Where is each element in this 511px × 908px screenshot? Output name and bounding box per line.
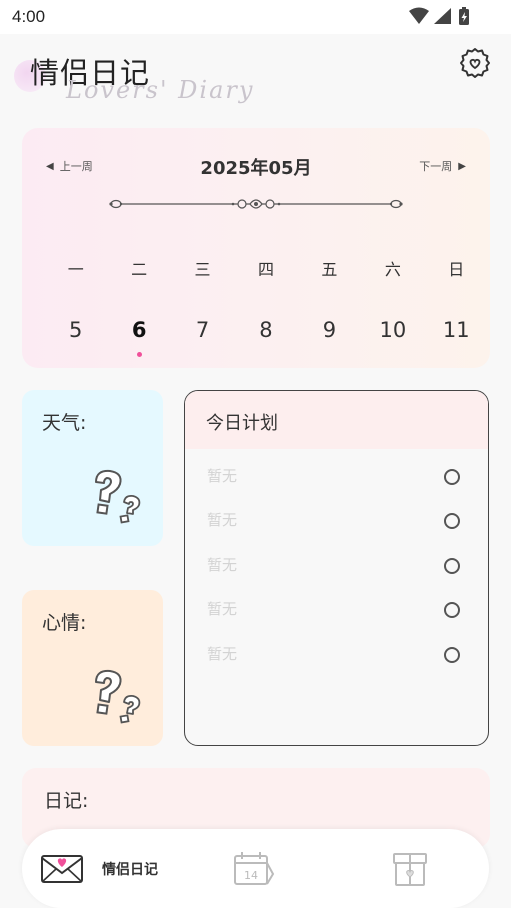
triangle-right-icon: ▶ [458, 160, 466, 172]
status-icons [409, 7, 469, 25]
ornamental-divider [109, 199, 403, 209]
week-calendar: ◀ 上一周 2025年05月 下一周 ▶ 一 二 三 四 五 六 日 5 6 7… [22, 128, 490, 368]
plan-header: 今日计划 [185, 391, 488, 449]
svg-text:14: 14 [244, 869, 258, 882]
settings-button[interactable] [458, 46, 492, 80]
weekday-tue: 二 [131, 260, 148, 279]
plan-item-text: 暂无 [207, 511, 238, 529]
weekday-mon: 一 [67, 260, 84, 279]
calendar-14-icon: 14 [234, 852, 275, 885]
question-marks-icon [95, 669, 141, 724]
date-cell[interactable]: 5 [44, 318, 107, 358]
plan-item[interactable]: 暂无 [185, 465, 488, 509]
weekday-wed: 三 [194, 260, 211, 279]
today-dot [136, 352, 142, 357]
bottom-nav: 情侣日记 14 [22, 829, 489, 908]
today-plan-card: 今日计划 暂无 暂无 暂无 暂无 暂无 [184, 390, 489, 746]
question-marks-icon [95, 469, 141, 524]
wifi-icon [409, 7, 429, 24]
app-subtitle: Lovers' Diary [66, 76, 255, 104]
weekday-sat: 六 [384, 260, 401, 279]
love-letter-icon [41, 855, 83, 883]
weekday-sun: 日 [448, 260, 465, 279]
plan-item[interactable]: 暂无 [185, 554, 488, 598]
date-cell[interactable]: 8 [234, 318, 297, 358]
next-week-label: 下一周 [419, 160, 453, 173]
date-row: 5 6 7 8 9 10 11 [44, 318, 488, 358]
mood-card[interactable]: 心情: [22, 590, 163, 746]
weather-card[interactable]: 天气: [22, 390, 163, 546]
diary-label: 日记: [44, 790, 89, 812]
nav-item-calendar[interactable]: 14 [232, 847, 276, 891]
checkbox-circle-icon[interactable] [444, 469, 460, 485]
nav-item-diary[interactable]: 情侣日记 [40, 847, 158, 891]
plan-title: 今日计划 [206, 413, 278, 434]
checkbox-circle-icon[interactable] [444, 558, 460, 574]
plan-item[interactable]: 暂无 [185, 598, 488, 642]
mood-label: 心情: [42, 612, 87, 634]
weekday-fri: 五 [321, 260, 338, 279]
header: 情侣日记 Lovers' Diary [0, 34, 511, 114]
weather-label: 天气: [42, 412, 87, 434]
gift-box-icon [393, 853, 427, 886]
plan-item[interactable]: 暂无 [185, 643, 488, 687]
weekday-thu: 四 [257, 260, 274, 279]
date-cell[interactable]: 10 [361, 318, 424, 358]
plan-item-text: 暂无 [207, 600, 238, 618]
checkbox-circle-icon[interactable] [444, 602, 460, 618]
plan-item-text: 暂无 [207, 645, 238, 663]
weekday-row: 一 二 三 四 五 六 日 [44, 256, 488, 280]
plan-item[interactable]: 暂无 [185, 509, 488, 553]
plan-item-text: 暂无 [207, 556, 238, 574]
status-bar: 4:00 [0, 0, 511, 34]
date-cell-selected[interactable]: 6 [107, 318, 170, 358]
date-cell[interactable]: 7 [171, 318, 234, 358]
date-cell[interactable]: 9 [298, 318, 361, 358]
nav-item-label: 情侣日记 [102, 862, 158, 878]
battery-icon [459, 7, 469, 25]
checkbox-circle-icon[interactable] [444, 647, 460, 663]
checkbox-circle-icon[interactable] [444, 513, 460, 529]
date-cell[interactable]: 11 [425, 318, 488, 358]
nav-item-gift[interactable] [390, 847, 430, 891]
gear-heart-icon [460, 48, 490, 78]
next-week-button[interactable]: 下一周 ▶ [419, 158, 466, 174]
status-time: 4:00 [12, 7, 46, 26]
signal-icon [434, 8, 451, 24]
plan-item-text: 暂无 [207, 467, 238, 485]
